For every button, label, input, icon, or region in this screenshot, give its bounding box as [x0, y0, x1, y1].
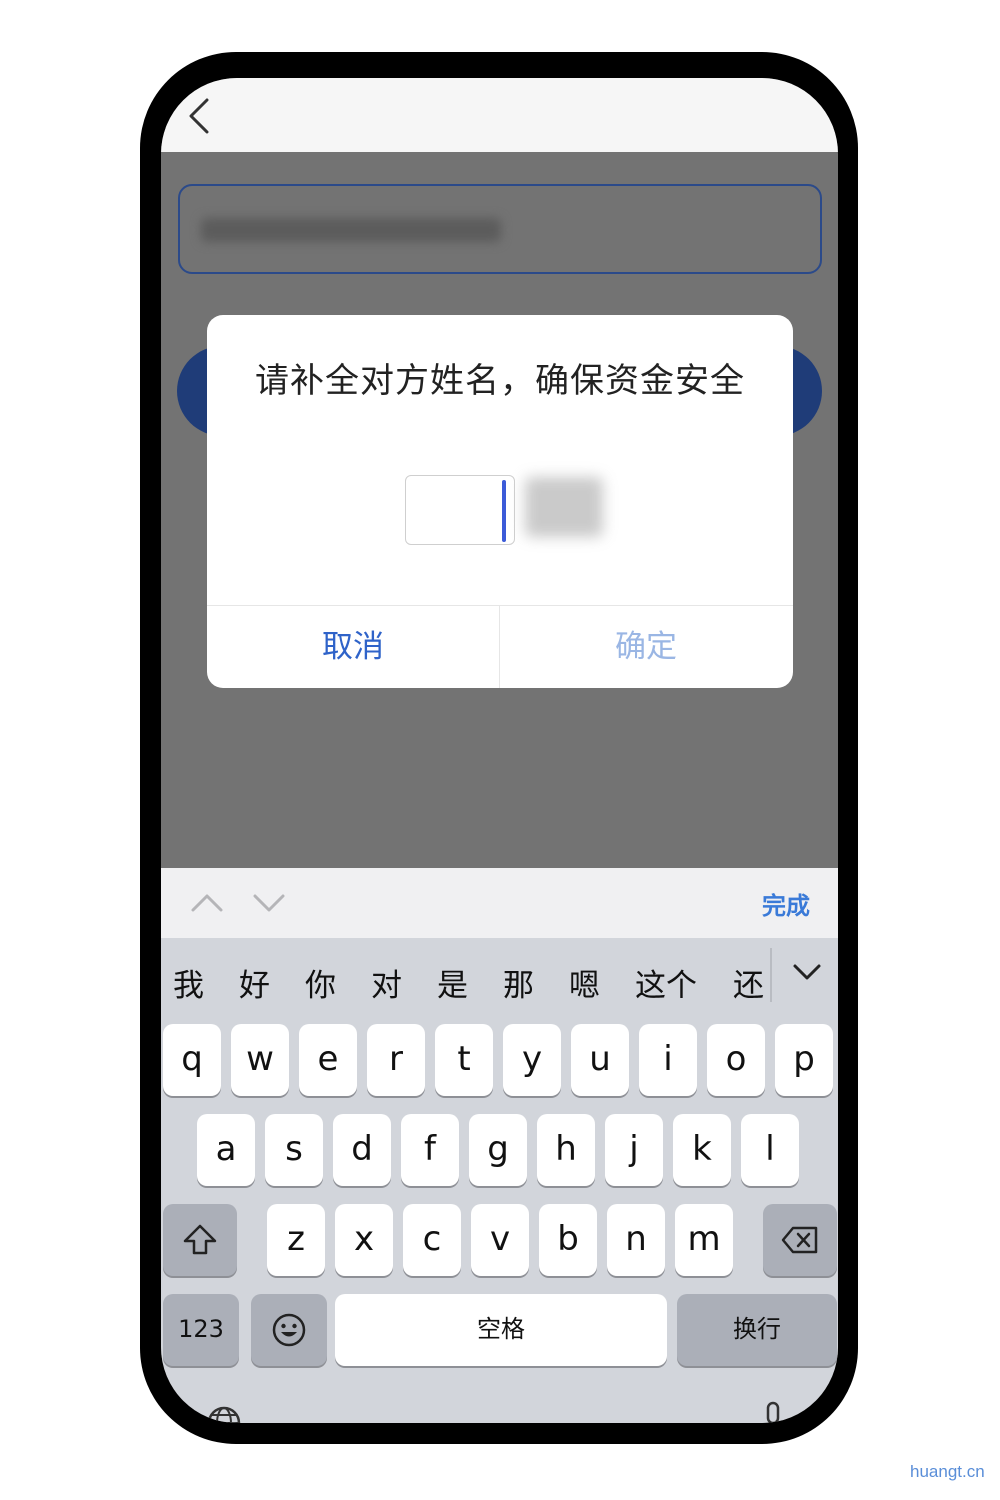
surname-input[interactable]: [405, 475, 515, 545]
key-k[interactable]: k: [673, 1114, 731, 1186]
key-j[interactable]: j: [605, 1114, 663, 1186]
candidate-item[interactable]: 我: [173, 960, 204, 1005]
key-m[interactable]: m: [675, 1204, 733, 1276]
shift-arrow-icon: [183, 1224, 217, 1255]
candidate-item[interactable]: 你: [305, 960, 336, 1005]
keyboard-bottom-bar: [161, 1398, 838, 1423]
key-r[interactable]: r: [367, 1024, 425, 1096]
globe-icon[interactable]: [205, 1404, 243, 1423]
candidate-item[interactable]: 是: [437, 960, 468, 1005]
key-z[interactable]: z: [267, 1204, 325, 1276]
emoji-key[interactable]: [251, 1294, 327, 1366]
confirm-button[interactable]: 确定: [500, 606, 792, 688]
blurred-account-text: [201, 218, 501, 242]
chevron-down-icon[interactable]: [251, 890, 287, 916]
microphone-icon[interactable]: [761, 1400, 785, 1423]
space-key[interactable]: 空格: [335, 1294, 667, 1366]
keyboard-toolbar: 完成: [161, 868, 838, 938]
cancel-button[interactable]: 取消: [207, 606, 499, 688]
key-q[interactable]: q: [163, 1024, 221, 1096]
emoji-icon: [272, 1313, 306, 1347]
key-p[interactable]: p: [775, 1024, 833, 1096]
return-key[interactable]: 换行: [677, 1294, 837, 1366]
key-d[interactable]: d: [333, 1114, 391, 1186]
candidate-separator: [770, 948, 772, 1002]
key-w[interactable]: w: [231, 1024, 289, 1096]
watermark: huangt.cn: [910, 1462, 985, 1481]
phone-screen: 请补全对方姓名，确保资金安全 取消 确定 完成 我 好 你 对 是 那 嗯 这个…: [161, 78, 838, 1423]
key-o[interactable]: o: [707, 1024, 765, 1096]
candidate-item[interactable]: 好: [239, 960, 270, 1005]
delete-key[interactable]: [763, 1204, 837, 1276]
nav-bar: [161, 78, 838, 152]
key-v[interactable]: v: [471, 1204, 529, 1276]
key-n[interactable]: n: [607, 1204, 665, 1276]
key-u[interactable]: u: [571, 1024, 629, 1096]
blurred-name-hint: [525, 477, 603, 537]
key-i[interactable]: i: [639, 1024, 697, 1096]
key-l[interactable]: l: [741, 1114, 799, 1186]
candidate-bar: 我 好 你 对 是 那 嗯 这个 还: [161, 938, 838, 1020]
chevron-down-icon[interactable]: [791, 960, 823, 986]
candidate-item[interactable]: 对: [371, 960, 402, 1005]
key-f[interactable]: f: [401, 1114, 459, 1186]
dialog-title: 请补全对方姓名，确保资金安全: [255, 361, 745, 401]
key-g[interactable]: g: [469, 1114, 527, 1186]
key-b[interactable]: b: [539, 1204, 597, 1276]
backspace-icon: [781, 1226, 818, 1254]
shift-key[interactable]: [163, 1204, 237, 1276]
key-a[interactable]: a: [197, 1114, 255, 1186]
key-t[interactable]: t: [435, 1024, 493, 1096]
key-s[interactable]: s: [265, 1114, 323, 1186]
done-button[interactable]: 完成: [762, 886, 810, 921]
candidate-item[interactable]: 还: [733, 960, 764, 1005]
key-c[interactable]: c: [403, 1204, 461, 1276]
text-caret: [502, 480, 506, 542]
candidate-item[interactable]: 这个: [635, 960, 697, 1005]
chevron-left-icon[interactable]: [185, 96, 215, 136]
numbers-key[interactable]: 123: [163, 1294, 239, 1366]
key-e[interactable]: e: [299, 1024, 357, 1096]
verify-name-dialog: 请补全对方姓名，确保资金安全 取消 确定: [207, 315, 793, 688]
candidate-item[interactable]: 那: [503, 960, 534, 1005]
keyboard: 我 好 你 对 是 那 嗯 这个 还 q w e r t y u i o p a…: [161, 938, 838, 1423]
candidate-item[interactable]: 嗯: [569, 960, 600, 1005]
chevron-up-icon[interactable]: [189, 890, 225, 916]
key-x[interactable]: x: [335, 1204, 393, 1276]
key-y[interactable]: y: [503, 1024, 561, 1096]
key-h[interactable]: h: [537, 1114, 595, 1186]
